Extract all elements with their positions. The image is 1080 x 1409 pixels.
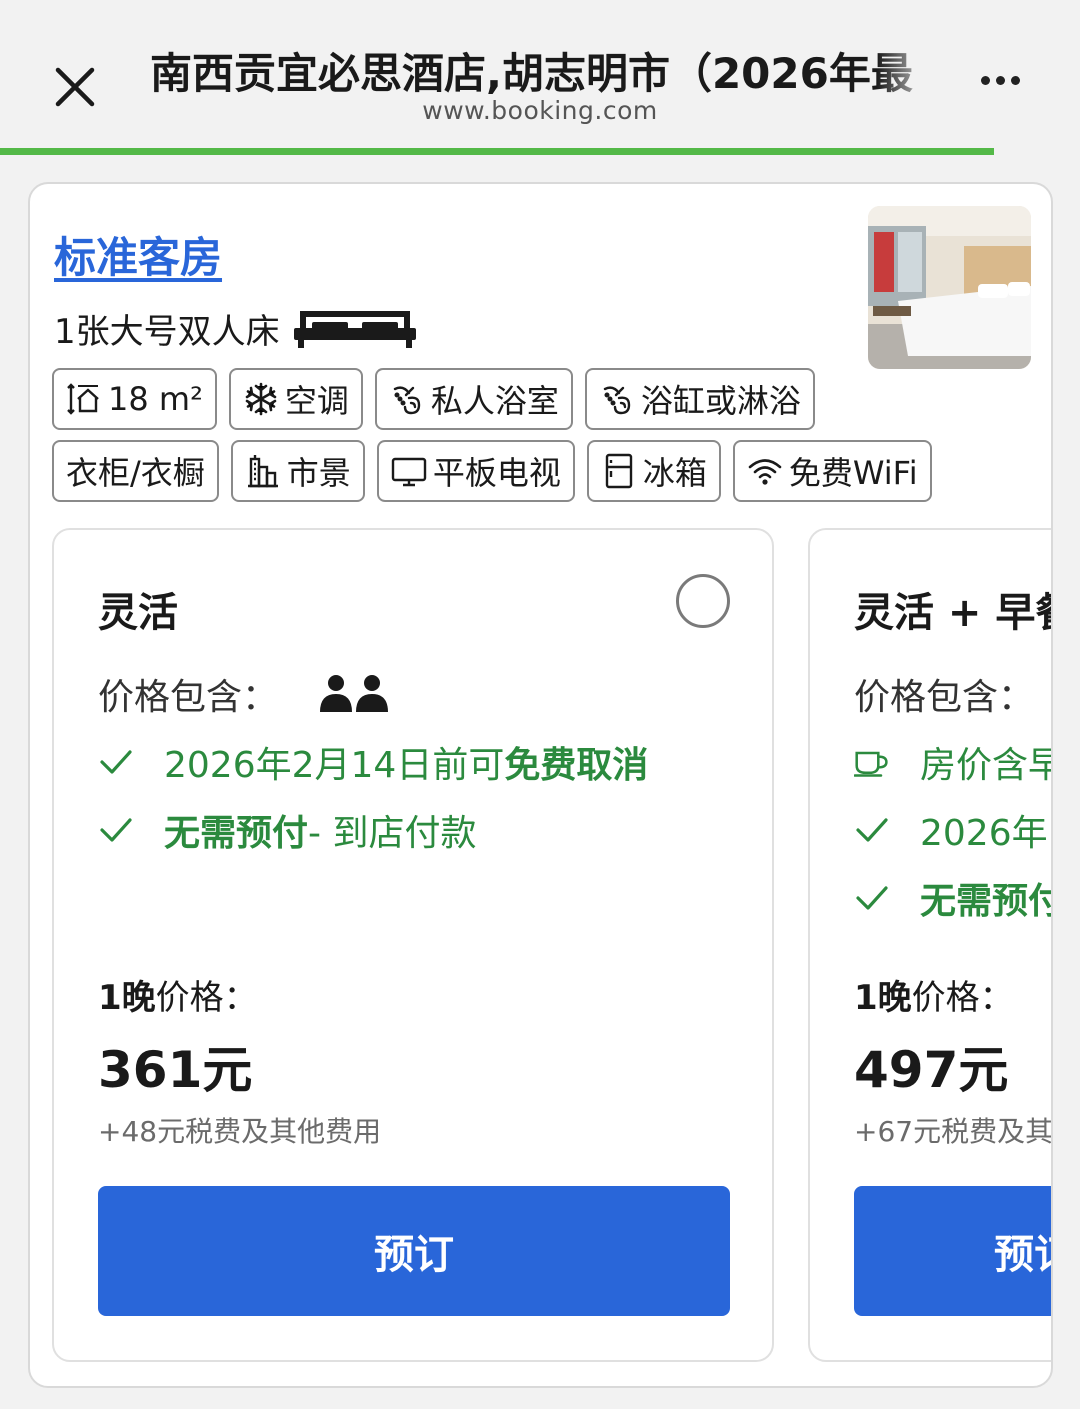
no-prepayment-text: 无需预付 [164, 813, 309, 854]
no-prepayment-perk: 无需预付 - 到店付款 [98, 804, 476, 856]
wifi-icon [748, 459, 782, 485]
checkmark-icon [854, 880, 890, 916]
checkmark-icon [98, 744, 134, 780]
facility-label: 私人浴室 [430, 382, 559, 420]
facility-label: 免费WiFi [788, 454, 918, 492]
per-night-label: 1晚价格： [98, 970, 258, 1019]
facility-label: 18 m² [108, 380, 203, 418]
facility-label: 市景 [286, 454, 351, 492]
no-prepayment-text: 无需预付 [920, 881, 1053, 922]
page-title: 南西贡宜必思酒店,胡志明市（2026年最 [150, 49, 913, 98]
price-amount: 497元 [854, 1041, 1009, 1099]
facility-chip-bath-or-shower: 浴缸或淋浴 [584, 368, 815, 430]
free-cancellation-perk: 2026年2月14日前可 免费取消 [98, 736, 648, 788]
per-night-label: 1晚价格： [854, 970, 1014, 1019]
price-label: 价格： [911, 978, 1014, 1018]
facility-chip-city-view: 市景 [230, 440, 365, 502]
facility-label: 空调 [284, 382, 349, 420]
rate-option-name: 灵活 + 早餐 [854, 590, 1051, 636]
price-includes: 价格包含： [854, 668, 1034, 720]
taxes-and-fees: +48元税费及其他费用 [98, 1115, 382, 1148]
bed-info: 1张大号双人床 [54, 304, 416, 353]
room-card: 标准客房 1张大号双人床 18 m² 空调 私人浴室 浴缸或淋浴 衣柜/衣橱 市… [28, 182, 1053, 1388]
room-name-link[interactable]: 标准客房 [54, 224, 222, 285]
page-load-progress [0, 148, 994, 155]
facility-chip-flat-tv: 平板电视 [376, 440, 575, 502]
price-includes-label: 价格包含： [98, 677, 279, 718]
tv-icon [391, 457, 427, 487]
facility-label: 冰箱 [642, 454, 707, 492]
double-bed-icon [293, 308, 416, 350]
breakfast-text: 房价含早餐 [920, 745, 1051, 786]
facility-chips-row-2: 衣柜/衣橱 市景 平板电视 冰箱 免费WiFi [52, 440, 1032, 502]
browser-top-bar: 南西贡宜必思酒店,胡志明市（2026年最 www.booking.com [0, 0, 1080, 148]
room-photo[interactable] [868, 206, 1031, 369]
price-amount: 361元 [98, 1041, 253, 1099]
pay-at-property-text: - 到店付款 [308, 813, 477, 854]
free-cancellation-perk: 2026年 [854, 804, 1048, 856]
facility-chip-fridge: 冰箱 [586, 440, 721, 502]
no-prepayment-perk: 无需预付 [854, 872, 1053, 924]
checkmark-icon [98, 812, 134, 848]
facility-chip-aircon: 空调 [228, 368, 363, 430]
city-icon [247, 455, 278, 488]
price-label: 价格： [155, 978, 258, 1018]
nights-count: 1晚 [98, 978, 156, 1018]
two-guests-icon [320, 675, 389, 712]
taxes-and-fees: +67元税费及其他费用 [854, 1115, 1053, 1148]
free-cancellation-text: 免费取消 [504, 745, 649, 786]
checkmark-icon [854, 812, 890, 848]
page-url: www.booking.com [422, 96, 658, 125]
price-includes: 价格包含： [98, 668, 390, 720]
cancellation-date: 2026年2月14日前可 [164, 745, 505, 786]
facility-chip-wardrobe: 衣柜/衣橱 [52, 440, 219, 502]
book-button[interactable]: 预订 [854, 1186, 1051, 1316]
cancellation-date: 2026年 [920, 813, 1048, 854]
rate-option-card[interactable]: 灵活 + 早餐 价格包含： 房价含早餐 2026年 无需预付 1晚价格： 497… [808, 528, 1053, 1362]
coffee-cup-icon [854, 744, 890, 780]
more-options-icon[interactable] [978, 70, 1034, 106]
shower-icon [393, 386, 421, 415]
facility-chip-room-size: 18 m² [52, 368, 217, 430]
nights-count: 1晚 [854, 978, 912, 1018]
price-includes-label: 价格包含： [854, 677, 1035, 718]
facility-label: 平板电视 [432, 454, 561, 492]
rate-option-name: 灵活 [98, 590, 178, 636]
fridge-icon [605, 453, 633, 489]
rate-select-radio[interactable] [676, 574, 730, 628]
snowflake-icon [245, 382, 277, 416]
bed-label: 1张大号双人床 [54, 312, 280, 352]
shower-icon [603, 386, 631, 415]
facility-label: 浴缸或淋浴 [640, 382, 801, 420]
rate-option-card[interactable]: 灵活 价格包含： 2026年2月14日前可 免费取消 无需预付 - 到店付款 1晚… [52, 528, 774, 1362]
breakfast-included-perk: 房价含早餐 [854, 736, 1051, 788]
book-button[interactable]: 预订 [98, 1186, 730, 1316]
facility-chip-free-wifi: 免费WiFi [732, 440, 932, 502]
facility-label: 衣柜/衣橱 [66, 454, 205, 492]
facility-chip-private-bathroom: 私人浴室 [374, 368, 573, 430]
room-size-icon [67, 383, 99, 415]
facility-chips-row-1: 18 m² 空调 私人浴室 浴缸或淋浴 [52, 368, 1032, 430]
